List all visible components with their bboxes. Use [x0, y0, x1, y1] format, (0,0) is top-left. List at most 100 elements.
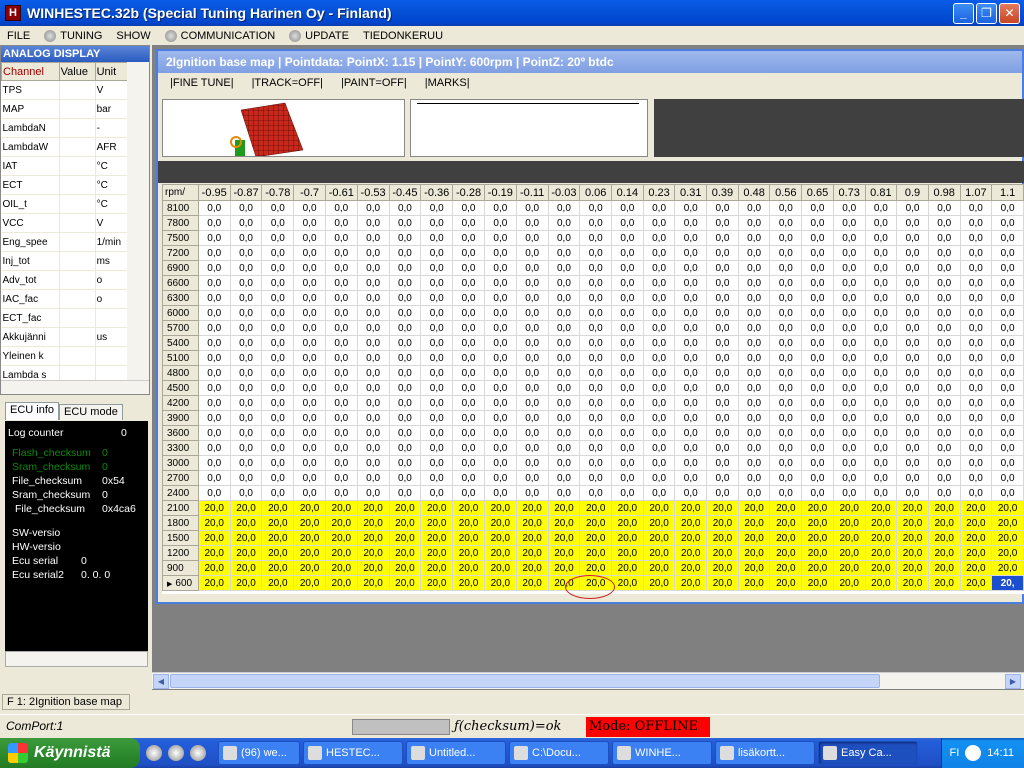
grid-cell[interactable]: 20,0: [198, 560, 231, 576]
grid-cell[interactable]: 0,0: [325, 425, 358, 441]
grid-cell[interactable]: 20,0: [261, 515, 295, 531]
grid-cell[interactable]: 0,0: [261, 455, 295, 471]
close-button[interactable]: ✕: [999, 2, 1020, 24]
taskbar-task[interactable]: Easy Ca...: [818, 741, 918, 765]
grid-cell[interactable]: 0,0: [865, 230, 898, 246]
grid-cell[interactable]: 0,0: [674, 200, 708, 216]
grid-cell[interactable]: 0,0: [991, 260, 1024, 276]
grid-cell[interactable]: 20,0: [484, 515, 517, 531]
analog-row[interactable]: OIL_t °C: [1, 194, 129, 214]
grid-cell[interactable]: 0,0: [865, 410, 898, 426]
grid-cell[interactable]: 0,0: [452, 305, 485, 321]
mdi-horizontal-scrollbar[interactable]: ◀ ▶: [152, 672, 1024, 689]
grid-cell[interactable]: 0,0: [230, 425, 263, 441]
grid-cell[interactable]: 0,0: [706, 290, 739, 306]
grid-cell[interactable]: 0,0: [230, 470, 263, 486]
grid-cell[interactable]: 0,0: [579, 200, 613, 216]
grid-cell[interactable]: 0,0: [928, 320, 961, 336]
grid-cell[interactable]: 0,0: [484, 350, 517, 366]
grid-cell[interactable]: 20,0: [230, 515, 263, 531]
grid-cell[interactable]: 0,0: [230, 455, 263, 471]
grid-cell[interactable]: 0,0: [643, 380, 676, 396]
grid-cell[interactable]: 20,0: [389, 575, 422, 591]
taskbar-task[interactable]: lisäkortt...: [715, 741, 815, 765]
grid-column-header[interactable]: 0.98: [927, 184, 961, 201]
grid-cell[interactable]: 20,0: [230, 545, 263, 561]
grid-cell[interactable]: 0,0: [643, 470, 676, 486]
grid-cell[interactable]: 0,0: [230, 395, 263, 411]
grid-cell[interactable]: 0,0: [548, 275, 581, 291]
grid-cell[interactable]: 0,0: [991, 230, 1024, 246]
grid-cell[interactable]: 0,0: [484, 335, 517, 351]
grid-cell[interactable]: 20,0: [198, 575, 231, 591]
grid-cell[interactable]: 0,0: [548, 365, 581, 381]
grid-cell[interactable]: 0,0: [833, 395, 866, 411]
grid-cell[interactable]: 0,0: [484, 260, 517, 276]
grid-row-header[interactable]: 2100: [162, 500, 199, 516]
grid-cell[interactable]: 0,0: [293, 260, 326, 276]
grid-cell[interactable]: 0,0: [801, 380, 834, 396]
grid-cell[interactable]: 0,0: [738, 425, 771, 441]
grid-cell[interactable]: 0,0: [261, 395, 295, 411]
grid-cell[interactable]: 0,0: [293, 245, 326, 261]
grid-cell[interactable]: 0,0: [738, 200, 771, 216]
grid-cell[interactable]: 20,0: [769, 530, 803, 546]
grid-cell[interactable]: 0,0: [516, 380, 549, 396]
grid-cell[interactable]: 0,0: [611, 245, 644, 261]
grid-cell[interactable]: 0,0: [801, 425, 834, 441]
grid-row-header[interactable]: 1500: [162, 530, 199, 546]
grid-cell[interactable]: 0,0: [357, 395, 390, 411]
grid-cell[interactable]: 0,0: [293, 290, 326, 306]
grid-cell[interactable]: 20,0: [293, 500, 326, 516]
grid-cell[interactable]: 0,0: [833, 410, 866, 426]
grid-cell[interactable]: 0,0: [738, 290, 771, 306]
grid-cell[interactable]: 0,0: [516, 395, 549, 411]
grid-cell[interactable]: 0,0: [230, 350, 263, 366]
grid-cell[interactable]: 0,0: [611, 380, 644, 396]
grid-cell[interactable]: 0,0: [896, 215, 929, 231]
grid-cell[interactable]: 0,0: [325, 410, 358, 426]
grid-column-header[interactable]: 1.1: [991, 184, 1024, 201]
grid-cell[interactable]: 0,0: [865, 290, 898, 306]
grid-cell[interactable]: 0,0: [452, 215, 485, 231]
grid-cell[interactable]: 0,0: [896, 350, 929, 366]
grid-cell[interactable]: 20,0: [198, 530, 231, 546]
grid-cell[interactable]: 0,0: [198, 485, 231, 501]
grid-cell[interactable]: 20,0: [706, 575, 739, 591]
grid-cell[interactable]: 0,0: [357, 200, 390, 216]
grid-cell[interactable]: 20,0: [801, 500, 834, 516]
grid-cell[interactable]: 20,0: [325, 560, 358, 576]
grid-cell[interactable]: 0,0: [674, 245, 708, 261]
grid-cell[interactable]: 20,0: [833, 530, 866, 546]
grid-cell[interactable]: 0,0: [325, 230, 358, 246]
grid-cell[interactable]: 0,0: [769, 320, 803, 336]
grid-row-header[interactable]: 3600: [162, 425, 199, 441]
grid-cell[interactable]: 0,0: [261, 275, 295, 291]
grid-cell[interactable]: 20,0: [706, 500, 739, 516]
grid-cell[interactable]: 20,0: [293, 530, 326, 546]
track-toggle[interactable]: |TRACK=OFF|: [252, 77, 323, 89]
grid-cell[interactable]: 0,0: [198, 215, 231, 231]
grid-cell[interactable]: 20,0: [738, 545, 771, 561]
grid-cell[interactable]: 0,0: [960, 365, 993, 381]
grid-cell[interactable]: 20,0: [230, 575, 263, 591]
grid-cell[interactable]: 0,0: [293, 470, 326, 486]
grid-cell[interactable]: 0,0: [198, 245, 231, 261]
grid-cell[interactable]: 0,0: [960, 380, 993, 396]
grid-cell[interactable]: 0,0: [420, 335, 454, 351]
grid-cell[interactable]: 0,0: [738, 320, 771, 336]
grid-cell[interactable]: 20,0: [516, 575, 549, 591]
grid-cell[interactable]: 0,0: [643, 245, 676, 261]
grid-cell[interactable]: 0,0: [293, 350, 326, 366]
grid-cell[interactable]: 0,0: [801, 305, 834, 321]
grid-cell[interactable]: 20,0: [293, 575, 326, 591]
grid-cell[interactable]: 0,0: [325, 245, 358, 261]
grid-cell[interactable]: 0,0: [516, 335, 549, 351]
grid-cell[interactable]: 0,0: [293, 275, 326, 291]
grid-cell[interactable]: 20,0: [548, 515, 581, 531]
grid-cell[interactable]: 20,0: [548, 560, 581, 576]
grid-cell[interactable]: 0,0: [452, 410, 485, 426]
grid-cell[interactable]: 20,0: [928, 560, 961, 576]
grid-cell[interactable]: 0,0: [389, 215, 422, 231]
grid-cell[interactable]: 0,0: [674, 365, 708, 381]
